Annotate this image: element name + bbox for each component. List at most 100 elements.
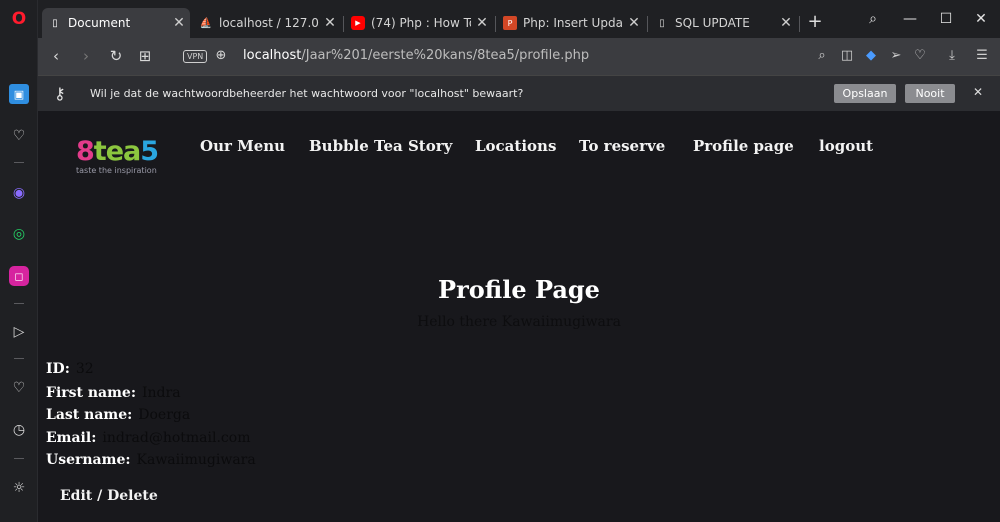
reload-icon[interactable]: ↻ [105, 45, 127, 67]
field-label: Last name: [46, 407, 133, 423]
bookmarks-heart-icon[interactable]: ♡ [9, 378, 29, 398]
field-value: Indra [142, 385, 181, 401]
logo-tagline: taste the inspiration [76, 166, 157, 175]
field-value: 32 [75, 361, 94, 377]
tab-title: (74) Php : How To Ins [371, 16, 471, 30]
slides-icon: P [503, 16, 517, 30]
tab-title: Document [68, 16, 131, 30]
close-icon[interactable]: ✕ [973, 85, 983, 99]
document-icon: ▯ [52, 17, 58, 29]
field-label: First name: [46, 385, 136, 401]
tab-separator [495, 16, 496, 32]
lightbulb-icon[interactable]: ☼ [9, 478, 29, 498]
tab-bar: ▯ Document ✕ ⛵ localhost / 127.0.0.1 ✕ ▶… [38, 0, 1000, 38]
document-icon: ▯ [659, 17, 665, 29]
address-bar: ‹ › ↻ ⊞ VPN ⊕ localhost/Jaar%201/eerste%… [38, 38, 1000, 75]
sidebar-divider [14, 303, 24, 304]
save-password-button[interactable]: Opslaan [834, 84, 896, 103]
sidebar-divider [14, 458, 24, 459]
tab-separator [647, 16, 648, 32]
new-tab-plus-icon[interactable]: + [803, 10, 827, 34]
field-label: Username: [46, 452, 131, 468]
url-host: localhost [243, 48, 302, 63]
close-icon[interactable]: ✕ [623, 15, 645, 31]
profile-field-last-name: Last name: Doerga [46, 407, 190, 423]
tab-youtube[interactable]: ▶ (74) Php : How To Ins ✕ [345, 8, 493, 38]
tab-title: localhost / 127.0.0.1 [219, 16, 319, 30]
field-value: indrad@hotmail.com [102, 430, 251, 446]
close-icon[interactable]: ✕ [471, 15, 493, 31]
field-value: Kawaiimugiwara [136, 452, 256, 468]
close-icon[interactable]: ✕ [319, 15, 341, 31]
player-icon[interactable]: ▷ [9, 322, 29, 342]
my-flow-icon[interactable]: ♡ [9, 126, 29, 146]
minimize-icon[interactable]: — [895, 6, 925, 32]
tab-sql-update[interactable]: ▯ SQL UPDATE ✕ [649, 8, 797, 38]
profile-field-id: ID: 32 [46, 361, 94, 377]
phpmyadmin-icon: ⛵ [199, 17, 213, 29]
youtube-icon: ▶ [351, 16, 365, 30]
logo-eight: 8 [76, 136, 95, 167]
tab-document[interactable]: ▯ Document ✕ [42, 8, 190, 38]
instagram-icon[interactable]: ◻ [9, 266, 29, 286]
search-tabs-icon[interactable]: ⌕ [858, 6, 888, 32]
heart-icon[interactable]: ♡ [911, 47, 929, 65]
back-arrow-icon[interactable]: ‹ [45, 45, 67, 67]
tab-title: Php: Insert Update D [523, 16, 623, 30]
browser-window: O ▣ ♡ ◉ ◎ ◻ ▷ ♡ ◷ ☼ ▯ Document ✕ ⛵ local… [0, 0, 1000, 522]
page-title: Profile Page [438, 275, 600, 304]
opera-logo-icon[interactable]: O [9, 9, 29, 29]
messenger-icon[interactable]: ◉ [9, 183, 29, 203]
snapshot-camera-icon[interactable]: ◫ [838, 47, 856, 65]
logo-tea: tea [93, 136, 141, 167]
password-save-infobar: ⚷ Wil je dat de wachtwoordbeheerder het … [38, 75, 1000, 111]
nav-locations[interactable]: Locations [475, 137, 556, 155]
infobar-message: Wil je dat de wachtwoordbeheerder het wa… [90, 87, 524, 100]
easy-setup-icon[interactable]: ☰ [973, 47, 991, 65]
nav-our-menu[interactable]: Our Menu [200, 137, 285, 155]
profile-field-first-name: First name: Indra [46, 385, 181, 401]
logo-text: 8tea5 [76, 136, 159, 167]
nav-logout[interactable]: logout [819, 137, 873, 155]
opera-sidebar: O ▣ ♡ ◉ ◎ ◻ ▷ ♡ ◷ ☼ [0, 0, 38, 522]
field-label: Email: [46, 430, 97, 446]
tab-separator [799, 16, 800, 32]
search-page-icon[interactable]: ⌕ [813, 47, 831, 65]
logo-five: 5 [140, 136, 159, 167]
speed-dial-grid-icon[interactable]: ⊞ [134, 45, 156, 67]
vpn-badge[interactable]: VPN [183, 50, 208, 63]
web-page: 8tea5 taste the inspiration Our Menu Bub… [38, 111, 1000, 522]
history-clock-icon[interactable]: ◷ [9, 420, 29, 440]
download-icon[interactable]: ⤓ [943, 47, 961, 65]
shield-icon[interactable]: ◆ [862, 47, 880, 65]
tab-insert-update[interactable]: P Php: Insert Update D ✕ [497, 8, 645, 38]
profile-field-email: Email: indrad@hotmail.com [46, 430, 250, 446]
close-icon[interactable]: ✕ [168, 15, 190, 31]
url-path: /Jaar%201/eerste%20kans/8tea5/profile.ph… [301, 48, 590, 63]
nav-to-reserve[interactable]: To reserve [579, 137, 665, 155]
sidebar-divider [14, 358, 24, 359]
tab-separator [343, 16, 344, 32]
tab-title: SQL UPDATE [675, 16, 750, 30]
greeting-text: Hello there Kawaiimugiwara [417, 314, 621, 330]
url-field[interactable]: localhost/Jaar%201/eerste%20kans/8tea5/p… [243, 48, 589, 63]
maximize-icon[interactable]: ☐ [931, 6, 961, 32]
edit-delete-link[interactable]: Edit / Delete [60, 488, 158, 504]
site-logo[interactable]: 8tea5 taste the inspiration [76, 136, 159, 176]
window-close-icon[interactable]: ✕ [966, 6, 996, 32]
nav-profile-page[interactable]: Profile page [693, 137, 794, 155]
forward-arrow-icon[interactable]: › [75, 45, 97, 67]
key-icon: ⚷ [54, 84, 66, 103]
never-save-button[interactable]: Nooit [905, 84, 955, 103]
field-value: Doerga [138, 407, 191, 423]
close-icon[interactable]: ✕ [775, 15, 797, 31]
whatsapp-icon[interactable]: ◎ [9, 224, 29, 244]
profile-field-username: Username: Kawaiimugiwara [46, 452, 256, 468]
sidebar-divider [14, 162, 24, 163]
field-label: ID: [46, 361, 70, 377]
tab-phpmyadmin[interactable]: ⛵ localhost / 127.0.0.1 ✕ [193, 8, 341, 38]
workspaces-icon[interactable]: ▣ [9, 84, 29, 104]
globe-icon[interactable]: ⊕ [210, 45, 232, 67]
nav-bubble-tea-story[interactable]: Bubble Tea Story [309, 137, 452, 155]
send-icon[interactable]: ➢ [887, 47, 905, 65]
